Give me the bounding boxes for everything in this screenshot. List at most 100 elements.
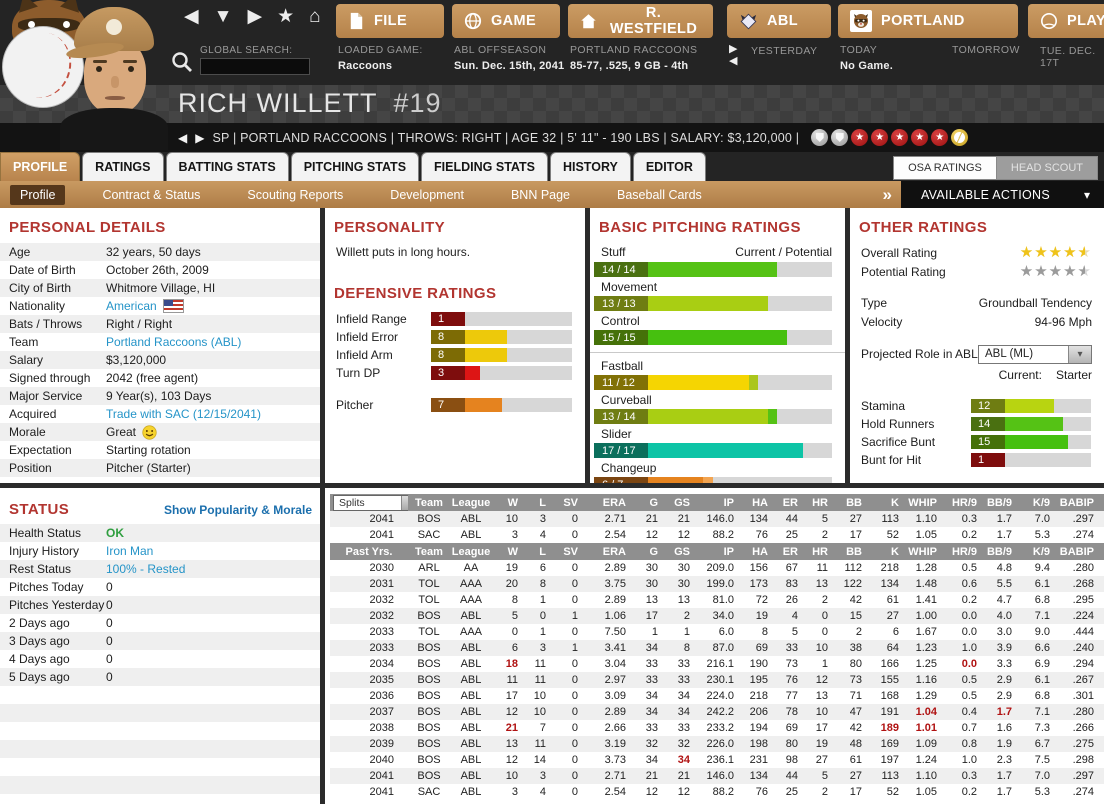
sub-tab[interactable]: Contract & Status bbox=[92, 185, 210, 205]
stats-col-ha[interactable]: HA bbox=[738, 543, 772, 560]
stats-row-2032-TOL[interactable]: 2032 TOL AAA 8 1 0 2.89 13 13 81.0 72 26 2 42 61 1.41 0.… bbox=[330, 592, 1104, 608]
stats-col-league[interactable]: League bbox=[450, 543, 492, 560]
stats-col-era[interactable]: ERA bbox=[582, 543, 630, 560]
stats-col-era[interactable]: ERA bbox=[582, 494, 630, 511]
detail-value[interactable]: Trade with SAC (12/15/2041) bbox=[106, 407, 261, 421]
stats-col-bb[interactable]: BB bbox=[832, 494, 866, 511]
stats-col-era-[interactable]: ERA+ bbox=[1098, 543, 1104, 560]
detail-value[interactable]: Right / Right bbox=[106, 317, 172, 331]
stats-col-g[interactable]: G bbox=[630, 494, 662, 511]
stats-col-er[interactable]: ER bbox=[772, 494, 802, 511]
stats-col-hr[interactable]: HR bbox=[802, 543, 832, 560]
stats-col-babip[interactable]: BABIP bbox=[1054, 543, 1098, 560]
detail-value[interactable]: Pitcher (Starter) bbox=[106, 461, 191, 475]
stats-col-k[interactable]: K bbox=[866, 543, 903, 560]
game-button[interactable]: GAME bbox=[452, 4, 560, 38]
stats-row-2035-BOS[interactable]: 2035 BOS ABL 11 11 0 2.97 33 33 230.1 195 76 12 73 155… bbox=[330, 672, 1104, 688]
stats-col-w[interactable]: W bbox=[492, 494, 522, 511]
available-actions-button[interactable]: AVAILABLE ACTIONS ▾ bbox=[900, 181, 1104, 208]
stats-col-bb-9[interactable]: BB/9 bbox=[981, 494, 1016, 511]
stats-col-k[interactable]: K bbox=[866, 494, 903, 511]
file-button[interactable]: FILE bbox=[336, 4, 444, 38]
sub-tab[interactable]: Development bbox=[380, 185, 474, 205]
osa-ratings-button[interactable]: OSA RATINGS bbox=[893, 156, 997, 180]
sub-tab[interactable]: Scouting Reports bbox=[237, 185, 353, 205]
detail-value[interactable]: Starting rotation bbox=[106, 443, 191, 457]
league-button[interactable]: ABL bbox=[727, 4, 831, 38]
stats-col-whip[interactable]: WHIP bbox=[903, 494, 941, 511]
nav-favorites-icon[interactable]: ★ bbox=[277, 4, 294, 30]
head-scout-button[interactable]: HEAD SCOUT bbox=[996, 156, 1098, 180]
detail-value[interactable]: American bbox=[106, 299, 157, 313]
nav-dropdown-icon[interactable]: ▼ bbox=[214, 4, 233, 30]
main-tab[interactable]: BATTING STATS bbox=[165, 152, 289, 181]
team-button[interactable]: PORTLAND bbox=[838, 4, 1018, 38]
main-tab[interactable]: EDITOR bbox=[632, 152, 706, 181]
next-player-arrow[interactable]: ▶ bbox=[195, 131, 204, 145]
stats-row-2031-TOL[interactable]: 2031 TOL AAA 20 8 0 3.75 30 30 199.0 173 83 13 122 134… bbox=[330, 576, 1104, 592]
detail-value[interactable]: Great bbox=[106, 425, 136, 439]
stats-col-ip[interactable]: IP bbox=[694, 494, 738, 511]
prev-player-arrow[interactable]: ◀ bbox=[178, 131, 187, 145]
stats-row-2033-BOS[interactable]: 2033 BOS ABL 6 3 1 3.41 34 8 87.0 69 33 10 38 64 1.23 1.… bbox=[330, 640, 1104, 656]
detail-value[interactable]: October 26th, 2009 bbox=[106, 263, 209, 277]
nav-home-icon[interactable]: ⌂ bbox=[309, 4, 320, 30]
main-tab[interactable]: PROFILE bbox=[0, 152, 81, 181]
stats-row-2037-BOS[interactable]: 2037 BOS ABL 12 10 0 2.89 34 34 242.2 206 78 10 47 191… bbox=[330, 704, 1104, 720]
stats-col-bb-9[interactable]: BB/9 bbox=[981, 543, 1016, 560]
global-search-input[interactable] bbox=[200, 58, 310, 75]
stats-col-sv[interactable]: SV bbox=[550, 543, 582, 560]
sub-tab[interactable]: BNN Page bbox=[501, 185, 580, 205]
projected-role-dropdown[interactable]: ABL (ML) ▾ bbox=[978, 344, 1092, 364]
detail-value[interactable]: 2042 (free agent) bbox=[106, 371, 198, 385]
stats-row-2032-BOS[interactable]: 2032 BOS ABL 5 0 1 1.06 17 2 34.0 19 4 0 15 27 1.00 0.0 4… bbox=[330, 608, 1104, 624]
main-tab[interactable]: FIELDING STATS bbox=[421, 152, 548, 181]
stats-col-l[interactable]: L bbox=[522, 543, 550, 560]
main-tab[interactable]: PITCHING STATS bbox=[290, 152, 420, 181]
stats-row-2041-SAC[interactable]: 2041 SAC ABL 3 4 0 2.54 12 12 88.2 76 25 2 17 52 1.05 0.… bbox=[330, 784, 1104, 800]
main-tab[interactable]: HISTORY bbox=[549, 152, 631, 181]
day-back-arrow[interactable]: ◀ bbox=[729, 56, 737, 67]
nav-forward-icon[interactable]: ▶ bbox=[247, 4, 262, 30]
detail-value[interactable]: Portland Raccoons (ABL) bbox=[106, 335, 241, 349]
stats-col-gs[interactable]: GS bbox=[662, 543, 694, 560]
stats-col-ip[interactable]: IP bbox=[694, 543, 738, 560]
stats-col-whip[interactable]: WHIP bbox=[903, 543, 941, 560]
sub-tab[interactable]: Profile bbox=[10, 184, 66, 205]
play-button[interactable]: PLAY bbox=[1028, 4, 1104, 38]
stats-row-2038-BOS[interactable]: 2038 BOS ABL 21 7 0 2.66 33 33 233.2 194 69 17 42 189 1… bbox=[330, 720, 1104, 736]
stats-col-l[interactable]: L bbox=[522, 494, 550, 511]
stats-row-2034-BOS[interactable]: 2034 BOS ABL 18 11 0 3.04 33 33 216.1 190 73 1 80 166 1… bbox=[330, 656, 1104, 672]
stats-col-er[interactable]: ER bbox=[772, 543, 802, 560]
stats-col-era-[interactable]: ERA+ bbox=[1098, 494, 1104, 511]
detail-value[interactable]: Whitmore Village, HI bbox=[106, 281, 215, 295]
main-tab[interactable]: RATINGS bbox=[82, 152, 164, 181]
stats-col-g[interactable]: G bbox=[630, 543, 662, 560]
stats-col-team[interactable]: Team bbox=[408, 494, 450, 511]
detail-value[interactable]: 9 Year(s), 103 Days bbox=[106, 389, 211, 403]
stats-row-2030-ARL[interactable]: 2030 ARL AA 19 6 0 2.89 30 30 209.0 156 67 11 112 218 1… bbox=[330, 560, 1104, 576]
stats-past-years-header[interactable]: Past Yrs. bbox=[330, 543, 408, 560]
stats-splits-header[interactable]: Splits▾ bbox=[330, 494, 408, 511]
stats-col-babip[interactable]: BABIP bbox=[1054, 494, 1098, 511]
stats-row-2041-BOS[interactable]: 2041 BOS ABL 10 3 0 2.71 21 21 146.0 134 44 5 27 113 1.… bbox=[330, 768, 1104, 784]
stats-col-hr-9[interactable]: HR/9 bbox=[941, 494, 981, 511]
stats-col-hr-9[interactable]: HR/9 bbox=[941, 543, 981, 560]
stats-col-team[interactable]: Team bbox=[408, 543, 450, 560]
stats-col-k-9[interactable]: K/9 bbox=[1016, 494, 1054, 511]
detail-value[interactable]: 32 years, 50 days bbox=[106, 245, 201, 259]
stats-col-hr[interactable]: HR bbox=[802, 494, 832, 511]
detail-value[interactable]: $3,120,000 bbox=[106, 353, 166, 367]
stats-row-2033-TOL[interactable]: 2033 TOL AAA 0 1 0 7.50 1 1 6.0 8 5 0 2 6 1.67 0.0 3.0 9.0… bbox=[330, 624, 1104, 640]
stats-row-2040-BOS[interactable]: 2040 BOS ABL 12 14 0 3.73 34 34 236.1 231 98 27 61 197… bbox=[330, 752, 1104, 768]
stats-col-ha[interactable]: HA bbox=[738, 494, 772, 511]
stats-row-2036-BOS[interactable]: 2036 BOS ABL 17 10 0 3.09 34 34 224.0 218 77 13 71 168… bbox=[330, 688, 1104, 704]
stats-row-2039-BOS[interactable]: 2039 BOS ABL 13 11 0 3.19 32 32 226.0 198 80 19 48 169… bbox=[330, 736, 1104, 752]
show-popularity-link[interactable]: Show Popularity & Morale bbox=[164, 503, 312, 517]
nav-back-icon[interactable]: ◀ bbox=[184, 4, 199, 30]
stats-col-sv[interactable]: SV bbox=[550, 494, 582, 511]
stats-col-gs[interactable]: GS bbox=[662, 494, 694, 511]
stats-col-k-9[interactable]: K/9 bbox=[1016, 543, 1054, 560]
stats-row-2041-SAC[interactable]: 2041 SAC ABL 3 4 0 2.54 12 12 88.2 76 25 2 17 52 1.05 0.… bbox=[330, 527, 1104, 543]
splits-dropdown[interactable]: Splits▾ bbox=[333, 495, 408, 511]
